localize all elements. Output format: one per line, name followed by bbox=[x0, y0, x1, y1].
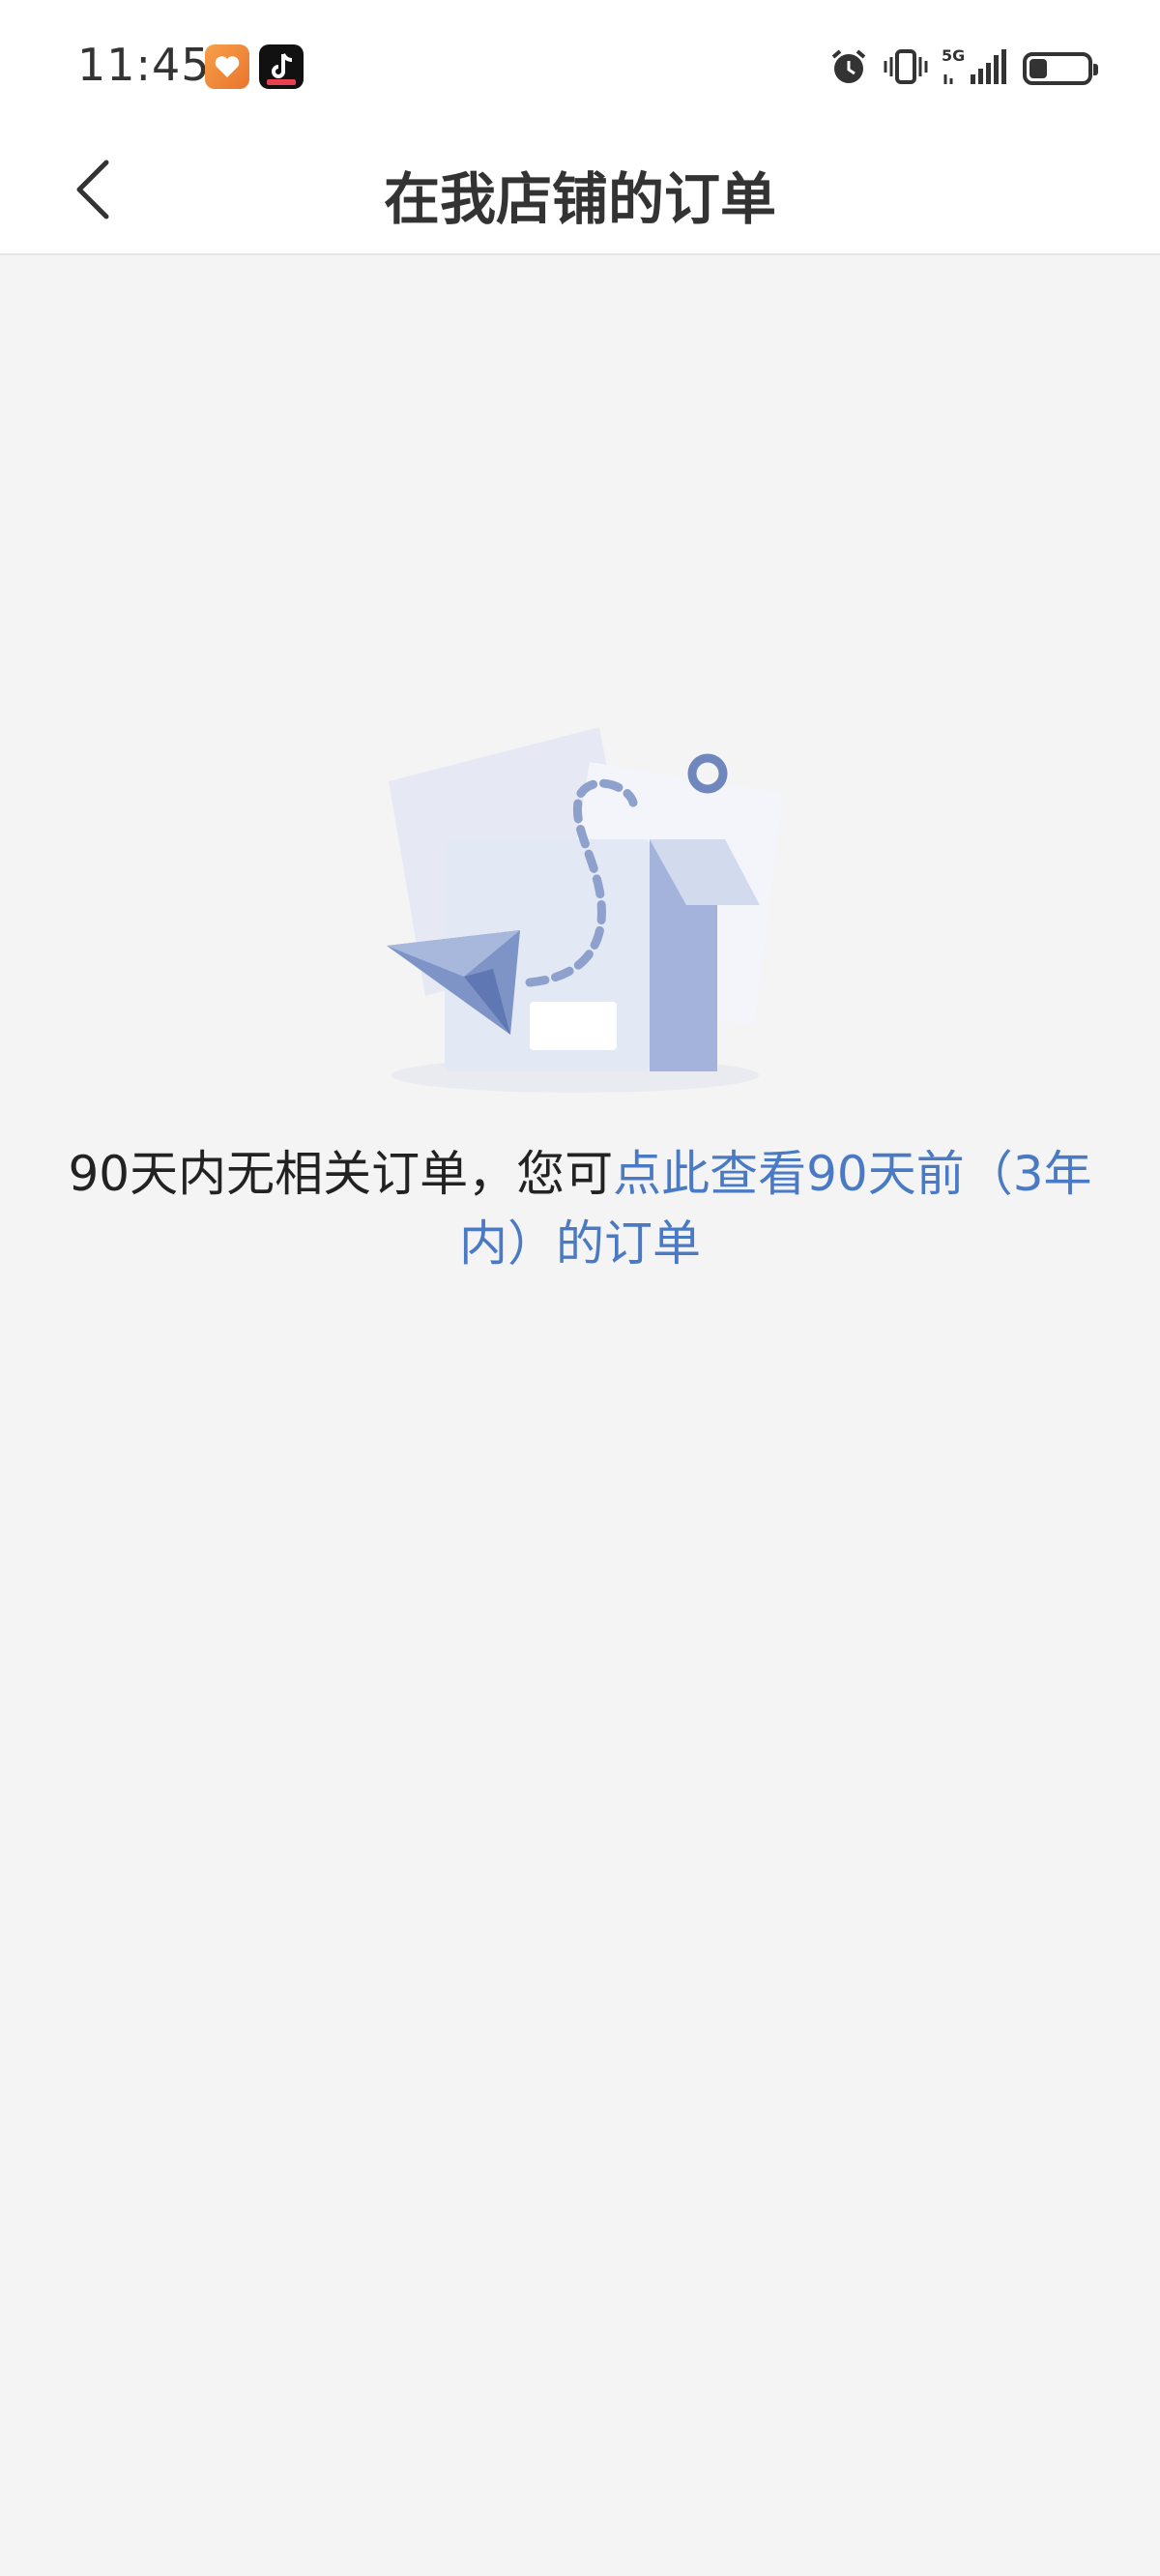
empty-state-message: 90天内无相关订单，您可点此查看90天前（3年内）的订单 bbox=[39, 1139, 1121, 1278]
health-app-icon bbox=[205, 44, 249, 89]
empty-box-paper-plane-icon bbox=[377, 716, 783, 1102]
svg-text:5G: 5G bbox=[942, 46, 965, 65]
page-title: 在我店铺的订单 bbox=[383, 166, 776, 232]
alarm-icon bbox=[827, 45, 870, 92]
chevron-left-icon bbox=[72, 159, 114, 224]
vibrate-icon bbox=[884, 45, 928, 92]
status-time: 11:45 bbox=[77, 39, 211, 91]
tiktok-app-icon bbox=[259, 44, 304, 89]
status-bar: 11:45 5G bbox=[0, 0, 1160, 135]
5g-signal-icon: 5G bbox=[942, 45, 1009, 92]
back-button[interactable] bbox=[54, 153, 131, 230]
header-bar: 在我店铺的订单 bbox=[0, 135, 1160, 255]
empty-state-text: 90天内无相关订单，您可 bbox=[68, 1146, 614, 1202]
battery-icon bbox=[1023, 52, 1098, 85]
status-right-group: 5G bbox=[827, 44, 1098, 93]
